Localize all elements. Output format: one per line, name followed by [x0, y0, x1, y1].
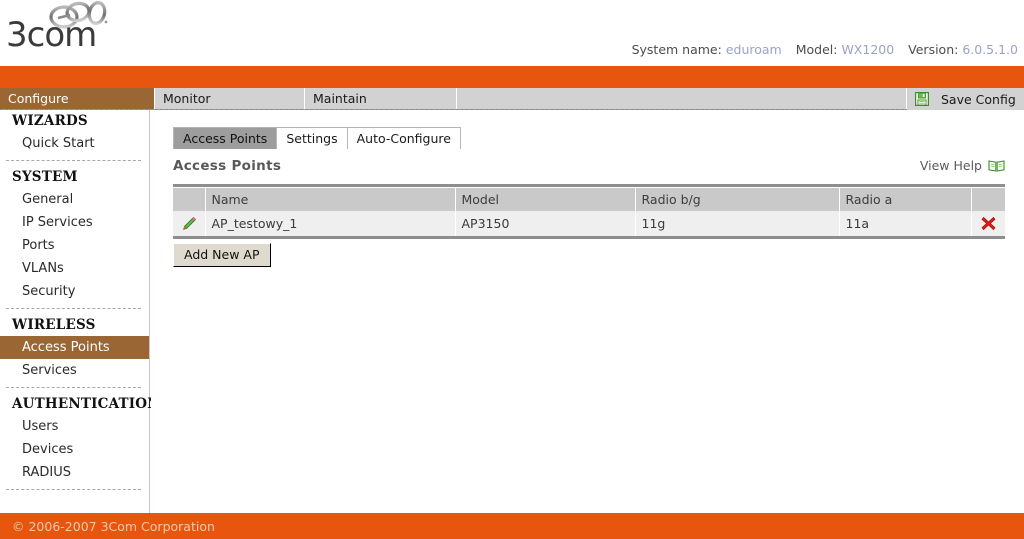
nav-tab-monitor-label: Monitor — [163, 91, 211, 106]
system-info: System name: eduroam Model: WX1200 Versi… — [632, 42, 1018, 57]
sidebar-item-label: General — [22, 192, 74, 207]
column-header-edit — [173, 188, 206, 211]
sidebar-divider — [6, 160, 141, 161]
nav-filler — [457, 88, 907, 109]
view-help-link[interactable]: View Help — [920, 158, 1005, 173]
sidebar-item-radius[interactable]: RADIUS — [0, 461, 149, 484]
pencil-edit-icon — [182, 216, 196, 230]
sidebar-item-access-points[interactable]: Access Points — [0, 336, 149, 359]
sidebar-section-system: SYSTEM — [12, 169, 78, 185]
sidebar-item-users[interactable]: Users — [0, 415, 149, 438]
page-header: 3com System name: eduroam Model: WX1200 … — [0, 0, 1024, 66]
sidebar-item-label: RADIUS — [22, 465, 72, 480]
sidebar-item-label: Security — [22, 284, 76, 299]
nav-tab-configure[interactable]: Configure — [0, 88, 155, 109]
save-config-button[interactable]: Save Config — [907, 88, 1024, 110]
system-name-value: eduroam — [725, 42, 782, 57]
sidebar-item-ports[interactable]: Ports — [0, 234, 149, 257]
brand-wordmark: 3com — [6, 15, 97, 55]
sidebar-item-general[interactable]: General — [0, 188, 149, 211]
cell-radio-a: 11a — [839, 211, 972, 239]
sidebar-item-label: Devices — [22, 442, 74, 457]
nav-tab-monitor[interactable]: Monitor — [155, 88, 305, 109]
column-header-radio-bg: Radio b/g — [635, 188, 840, 211]
add-new-ap-button[interactable]: Add New AP — [173, 243, 271, 267]
sidebar-item-security[interactable]: Security — [0, 280, 149, 303]
cell-radio-bg: 11g — [635, 211, 840, 239]
main-navigation: Configure Monitor Maintain — [0, 88, 1024, 110]
edit-ap-cell[interactable] — [173, 211, 206, 239]
access-points-table: Name Model Radio b/g Radio a AP_testowy_… — [173, 188, 1005, 239]
page-title-row: Access Points View Help — [173, 158, 1005, 184]
sidebar-divider — [6, 387, 141, 388]
sidebar-item-vlans[interactable]: VLANs — [0, 257, 149, 280]
red-x-delete-icon — [981, 217, 996, 231]
app-window: 3com System name: eduroam Model: WX1200 … — [0, 0, 1024, 539]
column-header-model: Model — [455, 188, 636, 211]
model-label: Model: — [795, 42, 838, 57]
tab-access-points[interactable]: Access Points — [173, 127, 278, 149]
sidebar-item-label: VLANs — [22, 261, 64, 276]
tab-auto-configure[interactable]: Auto-Configure — [346, 127, 461, 149]
sidebar-item-label: IP Services — [22, 215, 93, 230]
column-header-radio-a: Radio a — [839, 188, 972, 211]
page-footer: © 2006-2007 3Com Corporation — [0, 513, 1024, 539]
sidebar-item-services[interactable]: Services — [0, 359, 149, 382]
tab-access-points-label: Access Points — [183, 131, 268, 146]
tab-auto-configure-label: Auto-Configure — [356, 131, 451, 146]
sidebar-item-quick-start[interactable]: Quick Start — [0, 132, 149, 155]
brand-logo[interactable]: 3com — [4, 0, 144, 62]
copyright-text: © 2006-2007 3Com Corporation — [12, 519, 215, 534]
orange-accent-bar — [0, 66, 1024, 88]
system-name-label: System name: — [631, 42, 722, 57]
model-value: WX1200 — [841, 42, 895, 57]
content-tabs: Access Points Settings Auto-Configure — [173, 127, 461, 149]
tab-settings-label: Settings — [286, 131, 338, 146]
open-book-icon — [988, 160, 1005, 172]
floppy-disk-icon — [915, 92, 929, 106]
sidebar-item-label: Quick Start — [22, 136, 95, 151]
nav-tab-maintain-label: Maintain — [313, 91, 367, 106]
sidebar-item-label: Services — [22, 363, 77, 378]
cell-ap-model: AP3150 — [455, 211, 636, 239]
version-value: 6.0.5.1.0 — [962, 42, 1018, 57]
main-content: Access Points Settings Auto-Configure Ac… — [151, 110, 1024, 513]
cell-ap-name: AP_testowy_1 — [205, 211, 456, 239]
view-help-label: View Help — [919, 158, 982, 173]
sidebar-divider — [6, 308, 141, 309]
sidebar-item-label: Access Points — [22, 340, 110, 355]
sidebar-item-label: Users — [22, 419, 59, 434]
sidebar-navigation: WIZARDS Quick Start SYSTEM General IP Se… — [0, 110, 160, 513]
column-header-delete — [971, 188, 1005, 211]
sidebar-section-wizards: WIZARDS — [12, 113, 88, 129]
page-title: Access Points — [173, 158, 282, 174]
sidebar-item-ip-services[interactable]: IP Services — [0, 211, 149, 234]
sidebar-item-devices[interactable]: Devices — [0, 438, 149, 461]
sidebar-section-authentication: AUTHENTICATION — [12, 396, 160, 412]
table-row: AP_testowy_1 AP3150 11g 11a — [173, 211, 1005, 239]
column-header-name: Name — [205, 188, 456, 211]
table-header-row: Name Model Radio b/g Radio a — [173, 188, 1005, 211]
tab-settings[interactable]: Settings — [276, 127, 348, 149]
save-config-label: Save Config — [941, 91, 1016, 107]
sidebar-section-wireless: WIRELESS — [12, 317, 96, 333]
version-label: Version: — [908, 42, 959, 57]
delete-ap-cell[interactable] — [971, 211, 1005, 239]
nav-tab-configure-label: Configure — [8, 91, 69, 106]
sidebar-item-label: Ports — [22, 238, 55, 253]
nav-tab-maintain[interactable]: Maintain — [305, 88, 457, 109]
title-underline — [173, 184, 1005, 187]
sidebar-divider — [6, 489, 141, 490]
